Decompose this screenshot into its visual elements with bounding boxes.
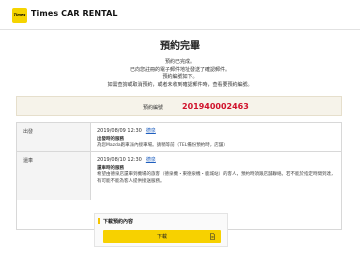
brand-name[interactable]: Times CAR RENTAL bbox=[31, 9, 118, 18]
reservation-number-value: 201940002463 bbox=[182, 102, 249, 111]
return-header: 還車 bbox=[17, 152, 91, 200]
departure-row: 出發 2019/08/09 12:30 德泉 出發時的服務 為您Mazda跑車派內… bbox=[17, 123, 341, 152]
return-service-desc: 希望由德泉店還車到機場的旅客（德泉機・東德泉機・鹿城站）的客人，預約時須跟店舗聯… bbox=[97, 172, 336, 184]
departure-shop-link[interactable]: 德泉 bbox=[146, 128, 156, 134]
logo-text: Times bbox=[13, 13, 26, 17]
message-line-1: 預約已完成。 bbox=[164, 59, 195, 65]
return-datetime: 2019/08/10 12:30 bbox=[97, 157, 142, 163]
message-line-3: 預約編號如下。 bbox=[162, 74, 198, 81]
return-row: 還車 2019/08/10 12:30 德泉 還車時的服務 希望由德泉店還車到機場… bbox=[17, 152, 341, 200]
download-panel: 下載預約內容 下載 bbox=[94, 213, 228, 247]
header-bar: Times Times CAR RENTAL bbox=[0, 0, 360, 30]
departure-header: 出發 bbox=[17, 123, 91, 151]
confirmation-message: 預約已完成。 已向您註冊的電子郵件地址發送了確認郵件。 預約編號如下。 如需查詢… bbox=[0, 59, 360, 89]
departure-service-desc: 為您Mazda跑車派內接車場。請稍等前（TEL備份預約時，店舗） bbox=[97, 143, 228, 149]
departure-details: 2019/08/09 12:30 德泉 出發時的服務 為您Mazda跑車派內接車場… bbox=[97, 128, 337, 150]
reservation-number-box: 預約編號 201940002463 bbox=[16, 96, 342, 116]
page-title: 預約完畢 bbox=[160, 41, 200, 52]
pdf-icon bbox=[210, 233, 215, 240]
return-details: 2019/08/10 12:30 德泉 還車時的服務 希望由德泉店還車到機場的旅客… bbox=[97, 157, 337, 185]
departure-datetime: 2019/08/09 12:30 bbox=[97, 128, 142, 134]
reservation-number-label: 預約編號 bbox=[143, 105, 164, 111]
download-button-label: 下載 bbox=[156, 234, 167, 240]
return-label: 還車 bbox=[23, 158, 34, 164]
download-title: 下載預約內容 bbox=[97, 218, 134, 225]
return-shop-link[interactable]: 德泉 bbox=[146, 157, 156, 163]
download-button[interactable]: 下載 bbox=[103, 230, 221, 243]
times-logo[interactable]: Times bbox=[12, 8, 27, 23]
message-line-4: 如需查詢或取消預約，或者未收到確認郵件時，查看要預約編號。 bbox=[107, 81, 253, 88]
departure-label: 出發 bbox=[23, 129, 34, 135]
